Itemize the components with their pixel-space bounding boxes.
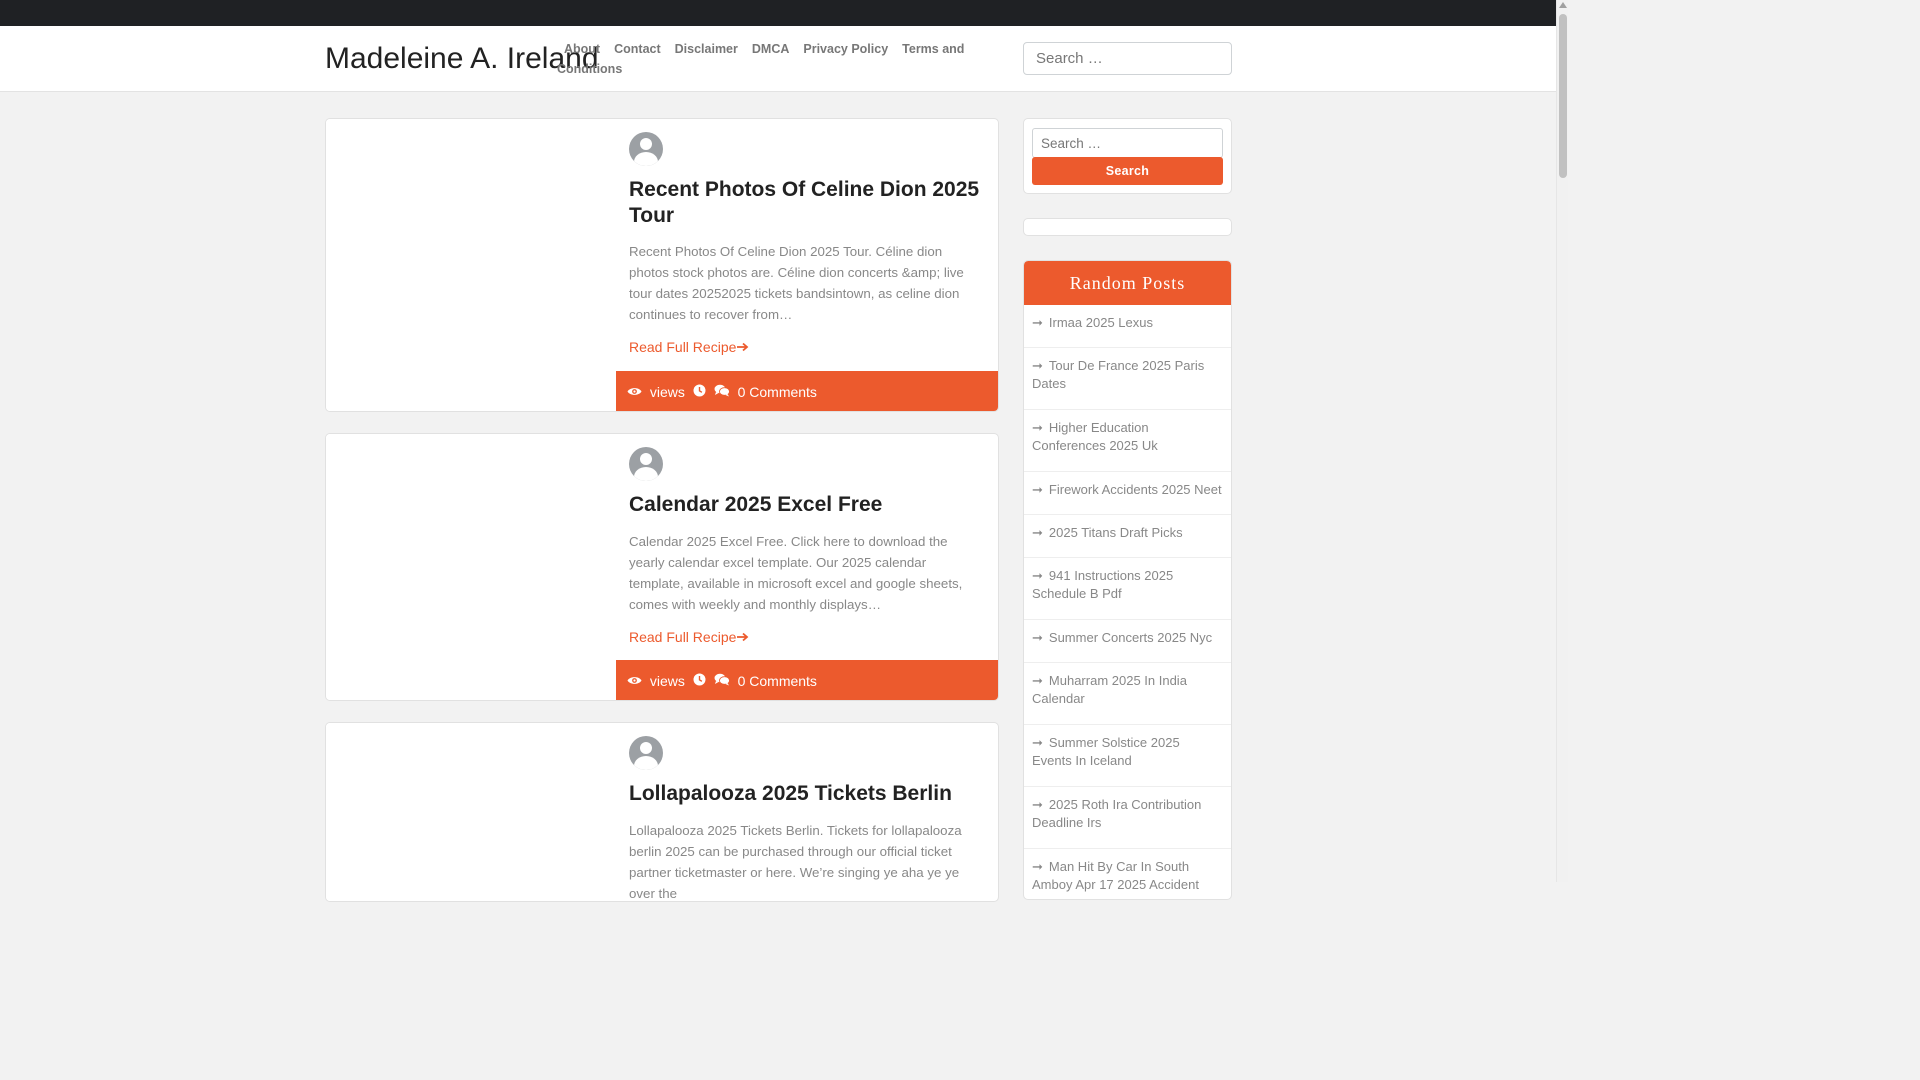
list-item[interactable]: ➞ Tour De France 2025 Paris Dates [1024,348,1231,410]
author-avatar[interactable] [629,447,663,481]
list-item[interactable]: ➞ Firework Accidents 2025 Neet [1024,472,1231,515]
post-title[interactable]: Calendar 2025 Excel Free [629,492,984,518]
random-posts-list: ➞ Irmaa 2025 Lexus ➞ Tour De France 2025 P… [1024,305,1231,899]
arrow-right-icon [737,632,749,642]
arrow-right-icon: ➞ [1032,525,1043,540]
post-card: Calendar 2025 Excel Free Calendar 2025 E… [325,433,999,701]
post-meta-bar: views 0 Comments [616,660,998,700]
post-thumbnail[interactable] [326,723,616,901]
arrow-right-icon: ➞ [1032,482,1043,497]
list-item[interactable]: ➞ 941 Instructions 2025 Schedule B Pdf [1024,558,1231,620]
page-scrollbar[interactable] [1556,0,1568,882]
list-item[interactable]: ➞ Higher Education Conferences 2025 Uk [1024,410,1231,472]
post-card: Recent Photos Of Celine Dion 2025 Tour R… [325,118,999,412]
arrow-right-icon: ➞ [1032,358,1043,373]
scroll-up-icon[interactable] [1559,2,1567,8]
comments-count[interactable]: 0 Comments [738,661,817,700]
search-button[interactable]: Search [1032,157,1223,185]
arrow-right-icon: ➞ [1032,735,1043,750]
post-excerpt: Recent Photos Of Celine Dion 2025 Tour. … [629,244,964,322]
list-item[interactable]: ➞ Man Hit By Car In South Amboy Apr 17 20… [1024,849,1231,899]
nav-privacy-policy[interactable]: Privacy Policy [803,42,888,56]
arrow-right-icon: ➞ [1032,859,1043,874]
comments-count[interactable]: 0 Comments [738,372,817,411]
post-title[interactable]: Lollapalooza 2025 Tickets Berlin [629,781,984,807]
arrow-right-icon: ➞ [1032,420,1043,435]
comments-icon [714,372,730,411]
list-item[interactable]: ➞ 2025 Titans Draft Picks [1024,515,1231,558]
list-item[interactable]: ➞ 2025 Roth Ira Contribution Deadline Irs [1024,787,1231,849]
clock-icon [693,661,706,700]
list-item[interactable]: ➞ Muharram 2025 In India Calendar [1024,663,1231,725]
main-nav: About Contact Disclaimer DMCA Privacy Policy… [557,40,977,79]
post-thumbnail[interactable] [326,434,616,700]
empty-widget [1023,218,1232,236]
arrow-right-icon: ➞ [1032,630,1043,645]
arrow-right-icon: ➞ [1032,673,1043,688]
post-excerpt: Calendar 2025 Excel Free. Click here to … [629,534,963,612]
nav-about[interactable]: About [564,42,600,56]
list-item[interactable]: ➞ Summer Concerts 2025 Nyc [1024,620,1231,663]
site-header: Madeleine A. Ireland About Contact Disclai… [0,26,1556,92]
arrow-right-icon: ➞ [1032,568,1043,583]
post-title[interactable]: Recent Photos Of Celine Dion 2025 Tour [629,177,984,229]
arrow-right-icon: ➞ [1032,797,1043,812]
header-search-input[interactable] [1023,42,1232,75]
eye-icon [627,661,642,700]
random-posts-widget: Random Posts ➞ Irmaa 2025 Lexus ➞ Tour De … [1023,260,1232,900]
author-avatar[interactable] [629,736,663,770]
scrollbar-thumb[interactable] [1559,14,1567,178]
views-label: views [649,383,685,400]
nav-disclaimer[interactable]: Disclaimer [675,42,738,56]
read-more-link[interactable]: Read Full Recipe [629,339,749,355]
author-avatar[interactable] [629,132,663,166]
arrow-right-icon [737,342,749,352]
post-excerpt: Lollapalooza 2025 Tickets Berlin. Ticket… [629,823,962,901]
post-meta-bar: views 0 Comments [616,371,998,411]
read-more-link[interactable]: Read Full Recipe [629,629,749,645]
nav-dmca[interactable]: DMCA [752,42,790,56]
eye-icon [627,372,642,411]
random-posts-title: Random Posts [1024,261,1231,305]
post-card: Lollapalooza 2025 Tickets Berlin Lollapa… [325,722,999,902]
search-widget: Search [1023,118,1232,194]
arrow-right-icon: ➞ [1032,315,1043,330]
list-item[interactable]: ➞ Summer Solstice 2025 Events In Iceland [1024,725,1231,787]
sidebar-search-input[interactable] [1032,128,1223,158]
clock-icon [693,372,706,411]
list-item[interactable]: ➞ Irmaa 2025 Lexus [1024,305,1231,348]
views-label: views [649,672,685,689]
nav-contact[interactable]: Contact [614,42,661,56]
top-bar [0,0,1556,26]
comments-icon [714,661,730,700]
post-thumbnail[interactable] [326,119,616,411]
